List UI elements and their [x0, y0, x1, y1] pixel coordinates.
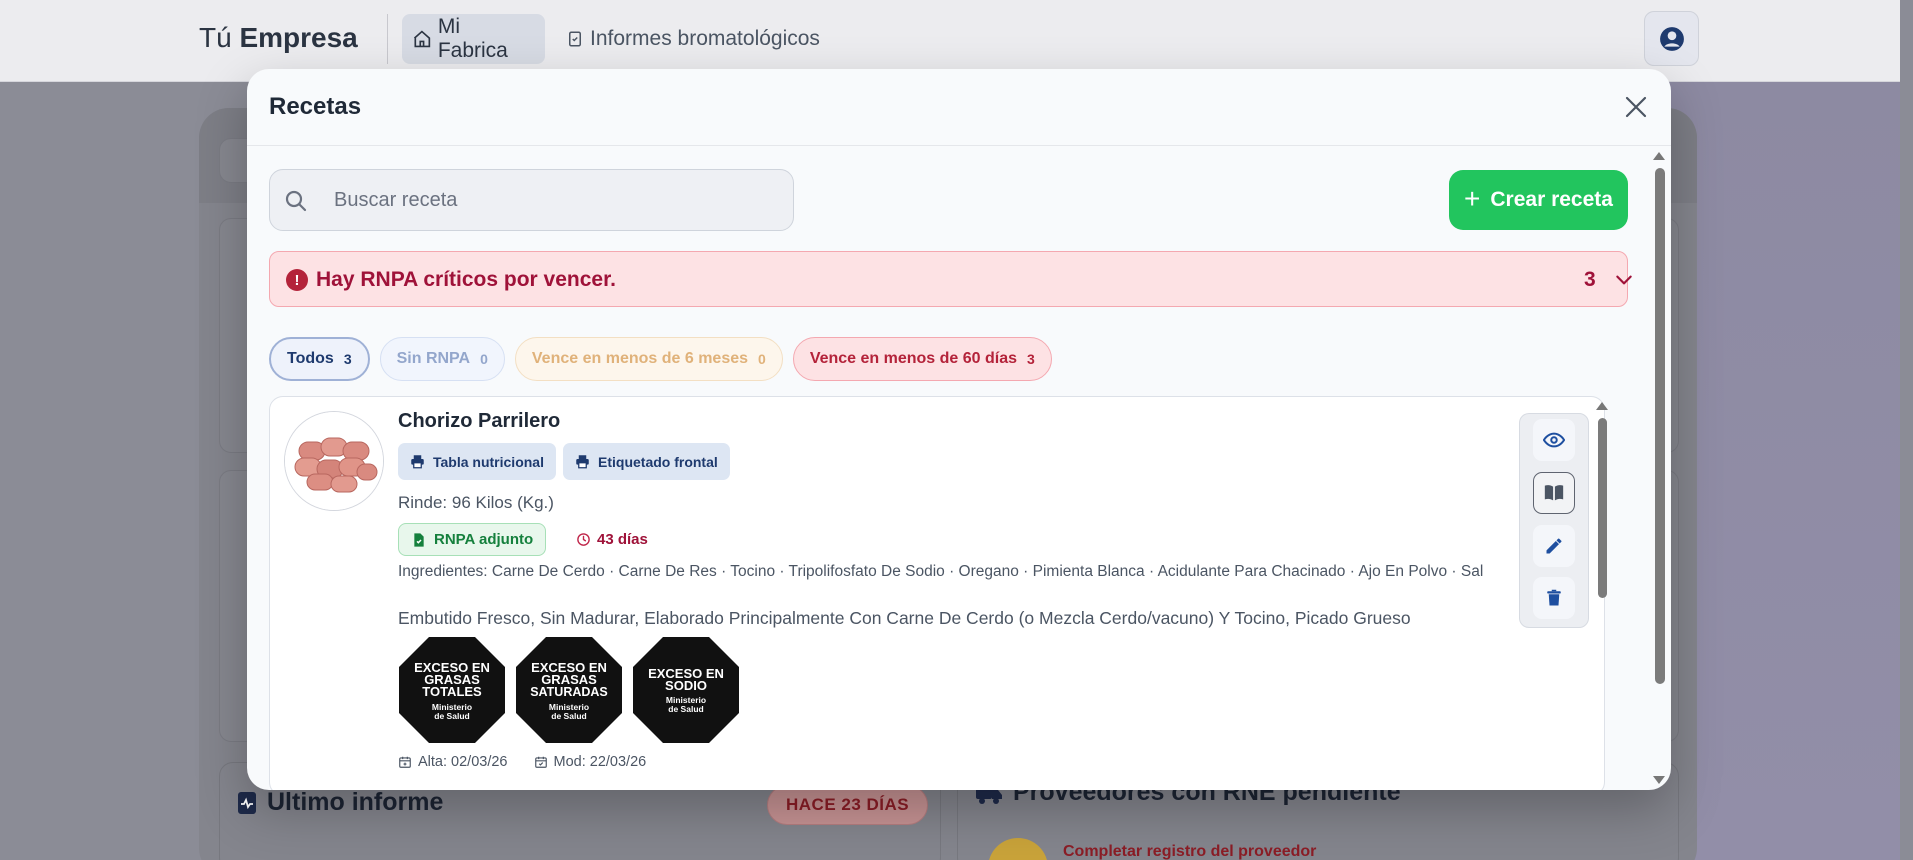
ultimo-informe-title: Ultimo informe: [237, 788, 443, 817]
filter-chips: Todos 3 Sin RNPA 0 Vence en menos de 6 m…: [269, 337, 1052, 381]
seal-footer: de Salud: [551, 711, 586, 721]
seal-text: TOTALES: [422, 684, 482, 699]
recipe-thumbnail: [284, 411, 384, 511]
seal-exceso-sodio: EXCESO EN SODIO Ministerio de Salud: [633, 637, 739, 743]
modal-scrollbar[interactable]: [1651, 152, 1669, 784]
clipboard-check-icon: [569, 31, 581, 47]
report-icon: [238, 791, 256, 814]
rnpa-alert-banner[interactable]: ! Hay RNPA críticos por vencer. 3: [269, 251, 1632, 307]
sausage-image: [285, 412, 383, 510]
recipe-yield: Rinde: 96 Kilos (Kg.): [398, 493, 554, 512]
recipe-actions: [1519, 413, 1589, 628]
created-date: Alta: 02/03/26: [418, 754, 508, 770]
filter-count: 3: [343, 351, 352, 367]
search-icon: [285, 190, 307, 212]
rnpa-days-left: 43 días: [576, 531, 648, 548]
filter-count: 0: [758, 351, 766, 367]
seal-exceso-grasas-totales: EXCESO EN GRASAS TOTALES Ministerio de S…: [399, 637, 505, 743]
plus-icon: +: [1464, 182, 1481, 214]
create-recipe-button[interactable]: + Crear receta: [1449, 170, 1628, 230]
completar-registro-link[interactable]: Completar registro del proveedor: [1063, 843, 1316, 860]
scroll-down-arrow[interactable]: [1653, 776, 1665, 784]
scrollbar-thumb[interactable]: [1598, 418, 1607, 598]
recetas-modal: Recetas + Crear receta ! Hay RNPA crític…: [247, 69, 1671, 790]
chevron-down-icon[interactable]: [1614, 270, 1634, 290]
seal-text: SATURADAS: [530, 685, 608, 699]
filter-count: 0: [480, 351, 488, 367]
trash-icon: [1547, 589, 1561, 606]
printer-icon: [411, 455, 424, 469]
alert-icon: !: [286, 269, 308, 291]
edit-recipe-button[interactable]: [1533, 525, 1575, 567]
search-input[interactable]: [334, 170, 784, 230]
recipe-description: Embutido Fresco, Sin Madurar, Elaborado …: [398, 608, 1411, 628]
home-icon: [413, 30, 431, 48]
filter-count: 3: [1027, 351, 1035, 367]
print-nutrition-table-button[interactable]: Tabla nutricional: [398, 443, 556, 480]
seal-exceso-grasas-saturadas: EXCESO EN GRASAS SATURADAS Ministerio de…: [516, 637, 622, 743]
user-circle-icon: [1659, 26, 1684, 51]
filter-todos[interactable]: Todos 3: [269, 337, 370, 381]
scroll-up-arrow[interactable]: [1653, 152, 1665, 160]
seal-footer: de Salud: [434, 711, 469, 721]
eye-icon: [1543, 432, 1565, 448]
filter-sin-rnpa[interactable]: Sin RNPA 0: [379, 337, 505, 381]
nav-tab-mi-fabrica[interactable]: Mi Fabrica: [402, 14, 545, 64]
printer-icon: [576, 455, 589, 469]
modified-date: Mod: 22/03/26: [553, 754, 647, 770]
recipe-list-scrollbar[interactable]: [1594, 402, 1610, 787]
alert-count: 3: [1584, 268, 1596, 291]
header-divider: [387, 14, 388, 64]
recipe-card: Chorizo Parrilero Tabla nutricional Etiq…: [269, 396, 1605, 790]
modal-title: Recetas: [269, 93, 362, 120]
filter-vence-6-meses[interactable]: Vence en menos de 6 meses 0: [514, 337, 783, 381]
seal-footer: de Salud: [668, 704, 703, 714]
recipe-ingredients: Ingredientes: Carne De Cerdo · Carne De …: [398, 563, 1484, 580]
file-check-icon: [414, 532, 424, 547]
clock-icon: [577, 533, 590, 546]
print-front-label-button[interactable]: Etiquetado frontal: [563, 443, 730, 480]
close-icon: [1625, 96, 1647, 118]
seal-text: SODIO: [665, 678, 707, 693]
nav-tab-informes[interactable]: Informes bromatológicos: [556, 14, 830, 64]
user-menu-button[interactable]: [1644, 11, 1699, 66]
ultimo-informe-badge: HACE 23 DÍAS: [767, 785, 929, 825]
close-button[interactable]: [1621, 92, 1651, 122]
rnpa-status-badge[interactable]: RNPA adjunto: [398, 523, 547, 556]
view-recipe-button[interactable]: [1533, 419, 1575, 461]
search-box: [269, 169, 794, 231]
scroll-up-arrow[interactable]: [1596, 402, 1608, 410]
delete-recipe-button[interactable]: [1533, 577, 1575, 619]
filter-vence-60-dias[interactable]: Vence en menos de 60 días 3: [792, 337, 1052, 381]
calendar-check-icon: [534, 756, 547, 768]
alert-text: Hay RNPA críticos por vencer.: [316, 268, 616, 291]
recipe-name: Chorizo Parrilero: [398, 410, 561, 432]
pencil-icon: [1546, 538, 1562, 554]
brand-logo[interactable]: Tú Empresa: [199, 22, 358, 54]
recipe-dates: Alta: 02/03/26 Mod: 22/03/26: [398, 754, 646, 770]
modal-header: Recetas: [247, 69, 1671, 146]
book-icon: [1544, 485, 1564, 501]
scrollbar-thumb[interactable]: [1655, 168, 1665, 684]
recipe-book-button[interactable]: [1533, 472, 1575, 514]
calendar-plus-icon: [399, 756, 411, 768]
